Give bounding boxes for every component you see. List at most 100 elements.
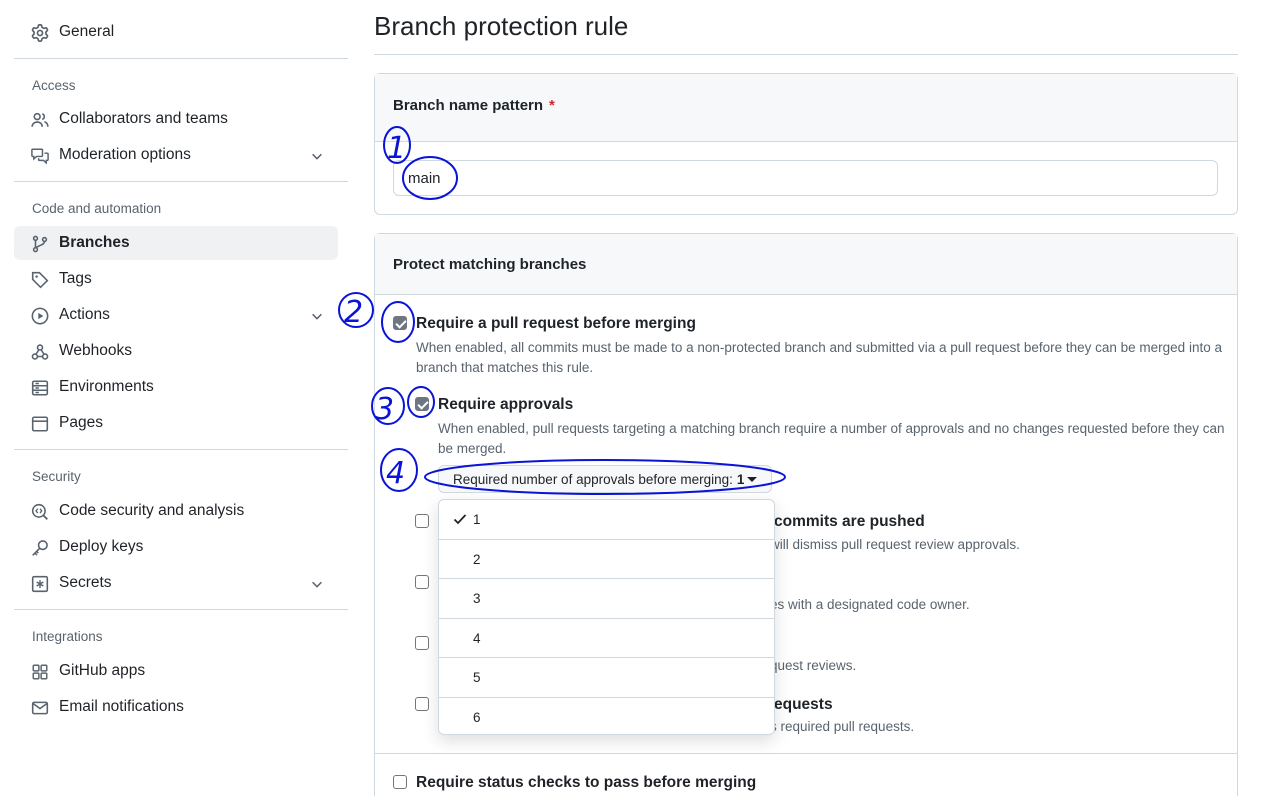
branch-pattern-input[interactable]: [393, 160, 1218, 196]
dropdown-option[interactable]: 1: [439, 500, 774, 540]
section-heading-code-automation: Code and automation: [32, 201, 162, 216]
dropdown-option[interactable]: 6: [439, 698, 774, 735]
annotation-label: 2: [344, 295, 363, 330]
asterisk-icon: [31, 575, 49, 593]
status-checks-title: Require status checks to pass before mer…: [416, 774, 757, 791]
option-divider: [375, 753, 1237, 754]
sidebar-item-general[interactable]: General: [14, 15, 338, 49]
code-owners-desc: es with a designated code owner.: [770, 597, 970, 612]
option-label: 1: [473, 512, 481, 527]
comment-discussion-icon: [31, 148, 49, 165]
box-header: Protect matching branches: [375, 234, 1237, 295]
sidebar-item-label: Tags: [59, 270, 92, 287]
sidebar-item-actions[interactable]: Actions: [14, 298, 338, 332]
sidebar-item-email-notifications[interactable]: Email notifications: [14, 690, 338, 724]
chevron-down-icon[interactable]: [310, 577, 324, 591]
sidebar-item-label: Webhooks: [59, 342, 132, 359]
sidebar-item-branches[interactable]: Branches: [14, 226, 338, 260]
section-heading-security: Security: [32, 469, 81, 484]
check-icon: [453, 514, 467, 525]
play-icon: [31, 307, 49, 325]
box-header: Branch name pattern *: [375, 74, 1237, 142]
sidebar-item-collaborators[interactable]: Collaborators and teams: [14, 102, 338, 136]
apps-icon: [32, 664, 48, 680]
dismiss-stale-title: commits are pushed: [774, 513, 925, 530]
sidebar-divider: [14, 58, 348, 59]
branch-pattern-box: Branch name pattern *: [374, 73, 1238, 215]
sidebar-item-label: Moderation options: [59, 146, 191, 163]
required-marker: *: [549, 97, 555, 114]
git-branch-icon: [32, 235, 48, 253]
sidebar-item-secrets[interactable]: Secrets: [14, 566, 338, 600]
require-pr-title: Require a pull request before merging: [416, 315, 696, 332]
sidebar-item-deploy-keys[interactable]: Deploy keys: [14, 530, 338, 564]
approvals-dropdown-menu: 1 2 3 4 5 6: [438, 499, 775, 735]
sidebar-item-moderation[interactable]: Moderation options: [14, 138, 338, 172]
dismiss-stale-checkbox[interactable]: [415, 514, 429, 528]
sidebar-item-label: General: [59, 23, 115, 40]
option-label: 3: [473, 591, 481, 606]
restrict-dismiss-desc: quest reviews.: [770, 658, 857, 673]
require-approvals-title: Require approvals: [438, 396, 574, 413]
option-label: 2: [473, 551, 481, 567]
sidebar-item-label: GitHub apps: [59, 662, 146, 679]
require-approvals-desc: When enabled, pull requests targeting a …: [438, 421, 1225, 456]
sidebar-item-code-security[interactable]: Code security and analysis: [14, 494, 338, 528]
dismiss-stale-desc: will dismiss pull request review approva…: [770, 537, 1020, 552]
select-label: Required number of approvals before merg…: [453, 471, 733, 487]
option-label: 4: [473, 630, 481, 646]
gear-icon: [31, 24, 49, 42]
option-label: 6: [473, 709, 481, 725]
status-checks-checkbox[interactable]: [393, 775, 407, 789]
code-owners-checkbox[interactable]: [415, 575, 429, 589]
browser-icon: [31, 416, 49, 432]
server-icon: [31, 380, 49, 396]
bypass-title: equests: [774, 696, 833, 713]
chevron-down-icon[interactable]: [310, 149, 324, 163]
section-heading-integrations: Integrations: [32, 629, 103, 644]
webhook-icon: [31, 344, 49, 360]
title-divider: [374, 54, 1238, 55]
sidebar-item-label: Deploy keys: [59, 538, 144, 555]
caret-down-icon: [747, 476, 758, 482]
people-icon: [31, 112, 49, 127]
section-heading-access: Access: [32, 78, 76, 93]
sidebar-item-label: Email notifications: [59, 698, 184, 715]
branch-pattern-heading: Branch name pattern *: [393, 97, 555, 114]
approvals-count-select[interactable]: Required number of approvals before merg…: [438, 465, 772, 493]
key-icon: [32, 540, 48, 556]
annotation-circle: [338, 292, 374, 328]
option-label: 5: [473, 670, 481, 685]
sidebar-item-github-apps[interactable]: GitHub apps: [14, 654, 338, 688]
require-approvals-checkbox[interactable]: [415, 397, 429, 411]
dropdown-option[interactable]: 3: [439, 579, 774, 619]
sidebar-item-label: Actions: [59, 306, 110, 323]
sidebar-divider: [14, 609, 348, 610]
select-value: 1: [736, 471, 745, 487]
bypass-desc: s required pull requests.: [770, 719, 915, 734]
bypass-checkbox[interactable]: [415, 697, 429, 711]
mail-icon: [31, 701, 49, 715]
sidebar-item-webhooks[interactable]: Webhooks: [14, 334, 338, 368]
dropdown-option[interactable]: 5: [439, 658, 774, 698]
page-title: Branch protection rule: [374, 11, 629, 41]
require-pr-checkbox[interactable]: [393, 316, 407, 330]
dropdown-option[interactable]: 4: [439, 619, 774, 658]
sidebar-item-label: Code security and analysis: [59, 502, 245, 519]
sidebar-divider: [14, 449, 348, 450]
require-pr-desc: When enabled, all commits must be made t…: [416, 340, 1222, 375]
sidebar-item-pages[interactable]: Pages: [14, 406, 338, 440]
heading-text: Branch name pattern: [393, 97, 544, 114]
sidebar-item-label: Pages: [59, 414, 103, 431]
restrict-dismiss-checkbox[interactable]: [415, 636, 429, 650]
sidebar-item-environments[interactable]: Environments: [14, 370, 338, 404]
chevron-down-icon[interactable]: [310, 309, 324, 323]
sidebar-item-label: Branches: [59, 234, 130, 251]
tag-icon: [31, 271, 49, 289]
codescan-icon: [31, 503, 48, 520]
sidebar-divider: [14, 181, 348, 182]
sidebar-item-tags[interactable]: Tags: [14, 262, 338, 296]
dropdown-option[interactable]: 2: [439, 540, 774, 579]
sidebar-item-label: Environments: [59, 378, 154, 395]
sidebar-item-label: Collaborators and teams: [59, 110, 228, 127]
